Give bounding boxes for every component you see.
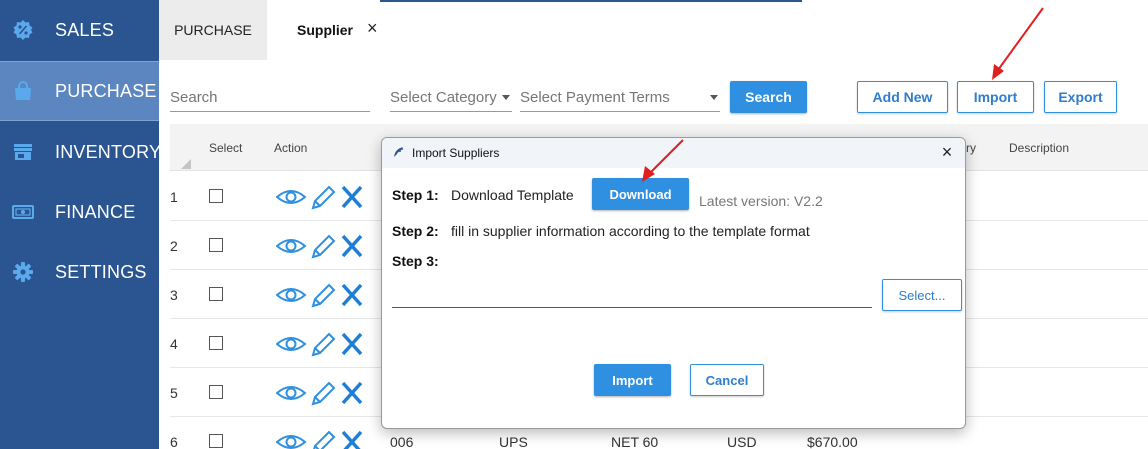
cell-code: 006 xyxy=(390,434,414,449)
sidebar-item-finance[interactable]: FINANCE xyxy=(0,182,159,242)
header-category-partial: ry xyxy=(966,141,976,155)
import-button[interactable]: Import xyxy=(957,81,1034,113)
close-icon[interactable]: × xyxy=(367,18,378,39)
version-label: Latest version: xyxy=(699,193,791,209)
pencil-icon xyxy=(311,332,336,357)
eye-icon xyxy=(275,190,307,204)
money-icon xyxy=(11,200,35,224)
eye-icon xyxy=(275,435,307,449)
sidebar-item-label: PURCHASE xyxy=(55,80,157,101)
row-checkbox[interactable] xyxy=(209,434,223,448)
header-description: Description xyxy=(1009,141,1070,155)
step2-text: fill in supplier information according t… xyxy=(451,223,810,239)
delete-x-icon xyxy=(341,381,363,405)
delete-x-icon xyxy=(341,332,363,356)
sidebar: SALES PURCHASE INVENTORY FINANCE SETTING… xyxy=(0,0,162,449)
version-info: Latest version: V2.2 xyxy=(699,193,823,209)
row-number: 5 xyxy=(170,385,178,401)
cell-currency: USD xyxy=(727,434,757,449)
tab-supplier[interactable]: Supplier xyxy=(297,0,353,60)
top-divider xyxy=(380,0,802,2)
tab-purchase[interactable]: PURCHASE xyxy=(159,0,267,60)
eye-icon xyxy=(275,288,307,302)
row-checkbox[interactable] xyxy=(209,336,223,350)
delete-x-icon xyxy=(341,430,363,449)
row-number: 4 xyxy=(170,336,178,352)
cell-carrier: UPS xyxy=(499,434,528,449)
step1-text: Download Template xyxy=(451,187,574,203)
row-number: 1 xyxy=(170,189,178,205)
version-value: V2.2 xyxy=(793,193,823,209)
dialog-import-button[interactable]: Import xyxy=(594,364,671,396)
step3-label: Step 3: xyxy=(392,253,439,269)
row-number: 6 xyxy=(170,434,178,449)
chevron-down-icon xyxy=(710,95,718,100)
cell-amount: $670.00 xyxy=(807,434,858,449)
row-number: 3 xyxy=(170,287,178,303)
sidebar-item-purchase[interactable]: PURCHASE xyxy=(0,61,159,121)
gear-icon xyxy=(11,260,35,284)
sidebar-item-label: FINANCE xyxy=(55,201,136,222)
dialog-title-bar: Import Suppliers × xyxy=(382,138,965,168)
pencil-icon xyxy=(311,185,336,210)
row-checkbox[interactable] xyxy=(209,385,223,399)
select-file-button[interactable]: Select... xyxy=(882,279,962,311)
chevron-down-icon xyxy=(502,95,510,100)
payment-terms-select[interactable]: Select Payment Terms xyxy=(520,84,720,112)
sidebar-item-label: SALES xyxy=(55,19,115,40)
step2-label: Step 2: xyxy=(392,223,439,239)
pencil-icon xyxy=(311,234,336,259)
close-icon[interactable]: × xyxy=(937,142,957,162)
eye-icon xyxy=(275,386,307,400)
export-button[interactable]: Export xyxy=(1044,81,1117,113)
delete-x-icon xyxy=(341,234,363,258)
row-actions xyxy=(275,379,366,407)
app-logo-icon xyxy=(392,145,406,159)
pencil-icon xyxy=(311,381,336,406)
store-icon xyxy=(11,140,35,164)
search-button[interactable]: Search xyxy=(730,81,807,113)
sort-triangle-icon[interactable] xyxy=(181,159,191,169)
eye-icon xyxy=(275,239,307,253)
delete-x-icon xyxy=(341,185,363,209)
pencil-icon xyxy=(311,283,336,308)
sidebar-item-sales[interactable]: SALES xyxy=(0,0,159,60)
sidebar-item-settings[interactable]: SETTINGS xyxy=(0,242,159,302)
sidebar-item-label: INVENTORY xyxy=(55,141,162,162)
shopping-bag-icon xyxy=(11,79,35,103)
dialog-title: Import Suppliers xyxy=(412,146,500,160)
sales-percent-icon xyxy=(11,18,35,42)
category-select[interactable]: Select Category xyxy=(390,84,512,112)
step1-label: Step 1: xyxy=(392,187,439,203)
row-actions xyxy=(275,281,366,309)
pencil-icon xyxy=(313,430,336,449)
row-actions xyxy=(275,330,366,358)
download-button[interactable]: Download xyxy=(592,178,689,210)
tab-bar: PURCHASE Supplier × xyxy=(159,0,1148,60)
row-actions xyxy=(275,183,366,211)
import-suppliers-dialog: Import Suppliers × Step 1: Download Temp… xyxy=(381,137,966,429)
eye-icon xyxy=(275,337,307,351)
row-actions xyxy=(275,232,366,260)
row-actions xyxy=(275,428,366,449)
add-new-button[interactable]: Add New xyxy=(857,81,948,113)
row-checkbox[interactable] xyxy=(209,238,223,252)
header-action: Action xyxy=(274,141,308,155)
category-select-label: Select Category xyxy=(390,89,497,106)
payment-terms-select-label: Select Payment Terms xyxy=(520,89,670,106)
search-input[interactable] xyxy=(170,84,370,112)
row-checkbox[interactable] xyxy=(209,189,223,203)
sidebar-item-label: SETTINGS xyxy=(55,261,147,282)
header-select: Select xyxy=(209,141,243,155)
sidebar-item-inventory[interactable]: INVENTORY xyxy=(0,122,162,182)
row-checkbox[interactable] xyxy=(209,287,223,301)
delete-x-icon xyxy=(341,283,363,307)
cell-terms: NET 60 xyxy=(611,434,659,449)
dialog-cancel-button[interactable]: Cancel xyxy=(690,364,764,396)
row-number: 2 xyxy=(170,238,178,254)
file-path-field[interactable] xyxy=(392,307,872,308)
